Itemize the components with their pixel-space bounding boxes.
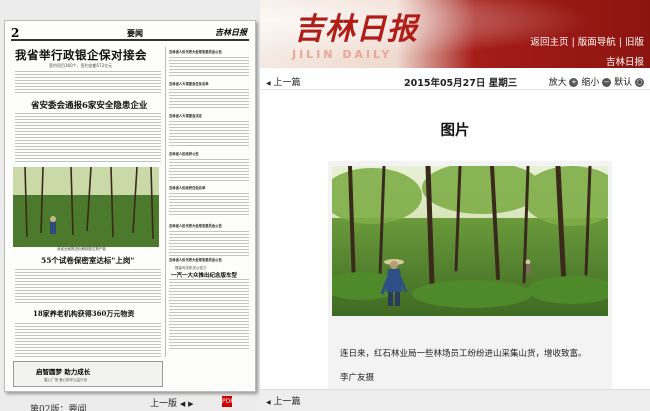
- site-banner: 吉林日报 JILIN DAILY 返回主页 | 版面导航 | 旧版 吉林日报: [260, 0, 650, 68]
- paper-column-title[interactable]: 吉林省人大常委会决定: [169, 113, 202, 118]
- prev-page-link[interactable]: 上一版 ◀ ▶: [150, 396, 194, 409]
- photo-caption: 连日来，红石林业局一些林场员工纷纷进山采集山货，增收致富。: [340, 349, 587, 359]
- prev-article-label: 上一篇: [273, 78, 301, 88]
- triangle-left-icon: ◀: [179, 400, 186, 408]
- site-logo-english: JILIN DAILY: [292, 48, 393, 61]
- issue-date: 2015年05月27日 星期三: [404, 78, 518, 89]
- paper-text-block: [169, 193, 249, 217]
- paper-text-block: [15, 269, 161, 305]
- prev-page-label: 上一版: [150, 399, 178, 409]
- current-page-label: 第02版：要闻: [30, 405, 87, 411]
- triangle-left-icon: ◀: [266, 80, 271, 87]
- paper-headline-fifth[interactable]: 一汽一大众推出纪念版车型: [171, 271, 237, 279]
- paper-text-block: [15, 113, 161, 163]
- triangle-left-icon: ◀: [266, 399, 271, 406]
- paper-masthead: 吉林日报: [215, 27, 247, 37]
- paper-text-block: [169, 159, 249, 181]
- paper-page-number: 2: [11, 26, 20, 40]
- paper-text-block: [15, 323, 161, 357]
- paper-column-title[interactable]: 吉林省人民代表大会常务委员会公告: [169, 223, 222, 228]
- zoom-out-button[interactable]: 缩小: [581, 78, 599, 88]
- newspaper-page-thumbnail[interactable]: 2 要闻 吉林日报 我省举行政银企保对接会 签约项目360个，签约金额572亿元…: [4, 20, 256, 392]
- paper-column-title[interactable]: 吉林省人民代表大会常务委员会公告: [169, 257, 222, 262]
- newspaper-page-pane: 2 要闻 吉林日报 我省举行政银企保对接会 签约项目360个，签约金额572亿元…: [0, 0, 260, 411]
- bottom-bar: ◀ 上一篇: [260, 389, 650, 411]
- prev-article-label: 上一篇: [273, 397, 301, 407]
- paper-headline-fourth[interactable]: 18家养老机构获得360万元物资: [33, 309, 134, 319]
- paper-column-title[interactable]: 吉林省人民政府任免名单: [169, 185, 205, 190]
- minus-icon[interactable]: −: [602, 78, 612, 87]
- paper-text-block: [169, 279, 249, 349]
- paper-header: 2 要闻 吉林日报: [11, 26, 249, 41]
- paper-section: 要闻: [127, 28, 143, 38]
- advert-line2: 童心广场·爱心助学公益行动: [44, 378, 88, 382]
- zoom-in-button[interactable]: 放大: [549, 78, 567, 88]
- default-size-button[interactable]: 默认: [614, 78, 632, 88]
- plus-icon[interactable]: +: [569, 78, 579, 87]
- top-navigation: 返回主页 | 版面导航 | 旧版: [531, 34, 644, 48]
- paper-column-title[interactable]: 吉林省人大常委会任免名单: [169, 81, 209, 86]
- nav-separator: |: [618, 37, 622, 48]
- photo-author: 李广友摄: [340, 373, 375, 383]
- article-title: 图片: [440, 123, 470, 139]
- article-body: 图片 连日来，红石林业局一些林场员工纷纷进山采集山货，增收致富。 李广友摄: [260, 91, 650, 389]
- paper-column-title[interactable]: 吉林省人民代表大会常务委员会公告: [169, 49, 222, 54]
- paper-headline-main-sub: 签约项目360个，签约金额572亿元: [49, 63, 113, 68]
- paper-text-block: [169, 231, 249, 257]
- site-logo[interactable]: 吉林日报: [294, 4, 418, 48]
- site-name: 吉林日报: [605, 57, 644, 68]
- paper-right-column: 吉林省人民代表大会常务委员会公告 吉林省人大常委会任免名单 吉林省人大常委会决定…: [165, 47, 251, 357]
- paper-headline-third-kicker: 我省全面推进化解钢铁过剩产能: [57, 247, 106, 251]
- pdf-icon[interactable]: PDF: [222, 396, 234, 407]
- advert-line1: 启智圆梦 助力成长: [36, 368, 91, 376]
- prev-article-link[interactable]: ◀ 上一篇: [266, 75, 301, 88]
- triangle-right-icon[interactable]: ▶: [188, 400, 193, 408]
- paper-headline-main[interactable]: 我省举行政银企保对接会: [15, 47, 147, 63]
- paper-headline-second[interactable]: 省安委会通报6家安全隐患企业: [31, 99, 147, 111]
- paper-text-block: [169, 89, 249, 109]
- nav-old-version-link[interactable]: 旧版: [625, 37, 644, 48]
- prev-article-link-bottom[interactable]: ◀ 上一篇: [266, 394, 301, 407]
- paper-text-block: [15, 71, 161, 93]
- zoom-controls: 放大 + 缩小 − 默认 ○: [549, 75, 644, 88]
- article-toolbar: ◀ 上一篇 2015年05月27日 星期三 放大 + 缩小 − 默认 ○: [260, 72, 650, 90]
- photo-card: 连日来，红石林业局一些林场员工纷纷进山采集山货，增收致富。 李广友摄: [328, 161, 612, 389]
- article-photo[interactable]: [332, 166, 608, 316]
- nav-layout-link[interactable]: 版面导航: [578, 37, 616, 48]
- paper-text-block: [169, 57, 249, 77]
- reset-icon[interactable]: ○: [635, 78, 644, 87]
- nav-home-link[interactable]: 返回主页: [531, 37, 569, 48]
- nav-separator: |: [571, 37, 575, 48]
- article-pane: 吉林日报 JILIN DAILY 返回主页 | 版面导航 | 旧版 吉林日报 ◀ 上一篇…: [260, 0, 650, 411]
- paper-advert[interactable]: 启智圆梦 助力成长 童心广场·爱心助学公益行动: [13, 361, 163, 387]
- paper-headline-third[interactable]: 55个试卷保密室达标"上岗": [41, 255, 134, 266]
- paper-thumbnail-photo[interactable]: [13, 167, 159, 247]
- paper-text-block: [169, 121, 249, 147]
- paper-column-title[interactable]: 吉林省人民政府公告: [169, 151, 199, 156]
